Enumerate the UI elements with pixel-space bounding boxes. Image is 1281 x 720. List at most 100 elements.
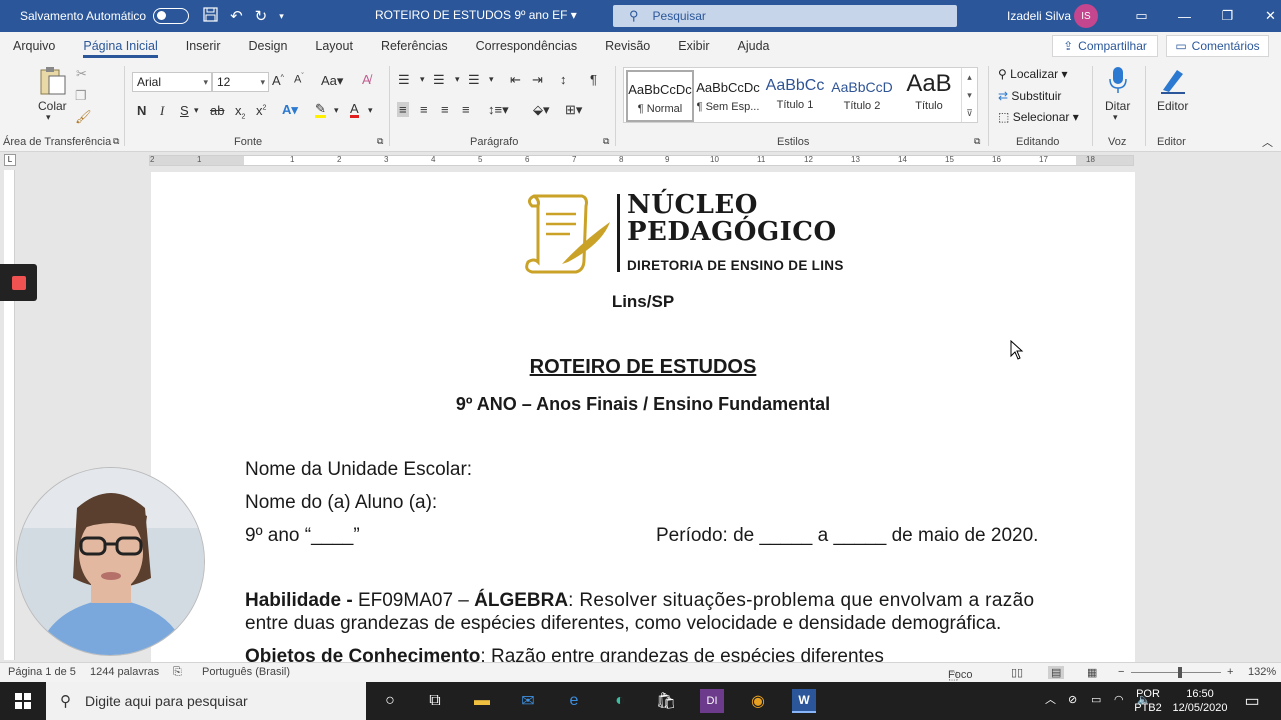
edge-beta-icon[interactable]: ◐ xyxy=(608,689,632,713)
comments-button[interactable]: ▭ Comentários xyxy=(1166,35,1269,57)
strikethrough-icon[interactable]: ab xyxy=(210,103,224,118)
read-mode-icon[interactable]: ▯▯ xyxy=(1011,666,1023,679)
vertical-ruler[interactable] xyxy=(4,170,15,660)
minimize-icon[interactable]: — xyxy=(1163,0,1206,32)
battery-icon[interactable]: ▭ xyxy=(1091,693,1101,707)
underline-dropdown-icon[interactable]: ▾ xyxy=(194,105,199,116)
italic-icon[interactable]: I xyxy=(160,103,164,119)
teams-icon[interactable]: DI xyxy=(700,689,724,713)
dictate-button[interactable]: Ditar xyxy=(1105,99,1130,113)
sort-icon[interactable]: ↕ xyxy=(560,72,567,87)
taskbar-search-input[interactable]: ⚲ Digite aqui para pesquisar xyxy=(46,682,366,720)
network-off-icon[interactable]: ⊘ xyxy=(1068,693,1077,707)
page-count[interactable]: Página 1 de 5 xyxy=(8,666,76,678)
change-case-icon[interactable]: Aa▾ xyxy=(321,73,343,89)
redo-icon[interactable]: ↻ xyxy=(255,7,268,25)
print-layout-icon[interactable]: ▤ xyxy=(1048,666,1065,679)
document-page[interactable]: NÚCLEO PEDAGÓGICO DIRETORIA DE ENSINO DE… xyxy=(151,172,1135,662)
style-normal[interactable]: AaBbCcDc ¶ Normal xyxy=(626,70,694,122)
close-icon[interactable]: ✕ xyxy=(1249,0,1281,32)
tray-expand-icon[interactable]: ︿ xyxy=(1045,693,1056,707)
ribbon-display-icon[interactable]: ▭ xyxy=(1120,0,1163,32)
font-color-dropdown-icon[interactable]: ▾ xyxy=(368,105,373,116)
document-title[interactable]: ROTEIRO DE ESTUDOS 9º ano EF ▾ xyxy=(375,8,577,22)
file-explorer-icon[interactable]: ▬ xyxy=(470,689,494,713)
highlight-dropdown-icon[interactable]: ▾ xyxy=(334,105,339,116)
paste-dropdown-icon[interactable]: ▾ xyxy=(46,112,51,123)
user-name[interactable]: Izadeli Silva xyxy=(1007,9,1071,23)
zoom-level[interactable]: 132% xyxy=(1248,666,1276,678)
font-color-icon[interactable]: A xyxy=(350,102,359,118)
dictate-dropdown-icon[interactable]: ▾ xyxy=(1113,112,1118,123)
subscript-icon[interactable]: x2 xyxy=(235,103,245,121)
style-heading-2[interactable]: AaBbCcD Título 2 xyxy=(828,70,896,122)
save-icon[interactable] xyxy=(203,6,218,26)
show-marks-icon[interactable]: ¶ xyxy=(590,72,597,87)
collapse-ribbon-icon[interactable]: ︿ xyxy=(1262,134,1273,150)
language-status[interactable]: Português (Brasil) xyxy=(202,666,290,678)
microphone-icon[interactable] xyxy=(1106,66,1130,101)
tab-exibir[interactable]: Exibir xyxy=(664,32,723,60)
align-center-icon[interactable]: ≡ xyxy=(420,102,428,117)
line-spacing-icon[interactable]: ↕≡▾ xyxy=(488,102,509,118)
numbering-icon[interactable]: ☰ xyxy=(433,72,445,88)
store-icon[interactable]: 🛍 xyxy=(654,689,678,713)
wifi-icon[interactable]: ◠ xyxy=(1114,693,1124,707)
editor-icon[interactable] xyxy=(1158,66,1188,101)
tab-arquivo[interactable]: Arquivo xyxy=(0,32,69,60)
font-launcher-icon[interactable]: ⧉ xyxy=(377,136,383,147)
autosave-toggle[interactable] xyxy=(153,8,190,24)
tab-pagina-inicial[interactable]: Página Inicial xyxy=(69,32,171,60)
ruler-scale[interactable]: 2 1 1 2 3 4 5 6 7 8 9 10 11 12 13 14 15 … xyxy=(149,155,1134,166)
clear-formatting-icon[interactable]: A̸ xyxy=(362,72,371,87)
notifications-icon[interactable]: ▭ xyxy=(1240,689,1264,713)
tab-selector[interactable]: L xyxy=(4,154,16,166)
multilevel-dropdown-icon[interactable]: ▾ xyxy=(489,74,494,85)
multilevel-list-icon[interactable]: ☰ xyxy=(468,72,480,88)
tab-revisao[interactable]: Revisão xyxy=(591,32,664,60)
paste-button[interactable]: Colar xyxy=(38,99,67,113)
justify-icon[interactable]: ≡ xyxy=(462,102,470,117)
borders-icon[interactable]: ⊞▾ xyxy=(565,102,582,118)
task-view-icon[interactable]: ⧉ xyxy=(423,689,447,713)
tab-layout[interactable]: Layout xyxy=(301,32,367,60)
tab-ajuda[interactable]: Ajuda xyxy=(724,32,784,60)
tab-correspondencias[interactable]: Correspondências xyxy=(462,32,591,60)
word-count[interactable]: 1244 palavras xyxy=(90,666,159,678)
style-title[interactable]: AaB Título xyxy=(895,70,963,122)
clock[interactable]: 16:50 12/05/2020 xyxy=(1170,687,1230,715)
chrome-icon[interactable]: ◉ xyxy=(746,689,770,713)
undo-icon[interactable]: ↶ xyxy=(230,7,243,25)
edge-icon[interactable]: e xyxy=(562,689,586,713)
styles-launcher-icon[interactable]: ⧉ xyxy=(974,136,980,147)
record-button[interactable] xyxy=(0,264,37,301)
align-right-icon[interactable]: ≡ xyxy=(441,102,449,117)
style-heading-1[interactable]: AaBbCc Título 1 xyxy=(761,70,829,122)
shading-icon[interactable]: ⬙▾ xyxy=(533,102,550,118)
bold-icon[interactable]: N xyxy=(137,103,146,118)
replace-button[interactable]: ⇄ Substituir xyxy=(998,89,1061,103)
search-input[interactable]: ⚲ Pesquisar xyxy=(613,5,957,27)
tab-referencias[interactable]: Referências xyxy=(367,32,462,60)
select-button[interactable]: ⬚ Selecionar ▾ xyxy=(998,110,1079,124)
bullets-icon[interactable]: ☰ xyxy=(398,72,410,88)
find-button[interactable]: ⚲ Localizar ▾ xyxy=(998,67,1068,81)
web-layout-icon[interactable]: ▦ xyxy=(1087,666,1097,679)
cut-icon[interactable]: ✂ xyxy=(76,66,87,82)
decrease-indent-icon[interactable]: ⇤ xyxy=(510,72,521,88)
increase-indent-icon[interactable]: ⇥ xyxy=(532,72,543,88)
zoom-out-icon[interactable]: − xyxy=(1118,666,1124,678)
style-no-spacing[interactable]: AaBbCcDc ¶ Sem Esp... xyxy=(694,70,762,122)
styles-scroll[interactable]: ▴ ▾ ⊽ xyxy=(961,68,977,122)
superscript-icon[interactable]: x2 xyxy=(256,103,266,118)
avatar[interactable]: IS xyxy=(1074,4,1098,28)
editor-button[interactable]: Editor xyxy=(1157,99,1188,113)
maximize-icon[interactable]: ❐ xyxy=(1206,0,1249,32)
cortana-icon[interactable]: ○ xyxy=(378,689,402,713)
word-icon[interactable]: W xyxy=(792,689,816,713)
paragraph-launcher-icon[interactable]: ⧉ xyxy=(603,136,609,147)
zoom-in-icon[interactable]: + xyxy=(1227,666,1233,678)
input-language[interactable]: POR PTB2 xyxy=(1133,687,1163,715)
customize-qat-icon[interactable]: ▾ xyxy=(279,11,284,22)
font-name-select[interactable]: Arial ▾ xyxy=(132,72,212,92)
